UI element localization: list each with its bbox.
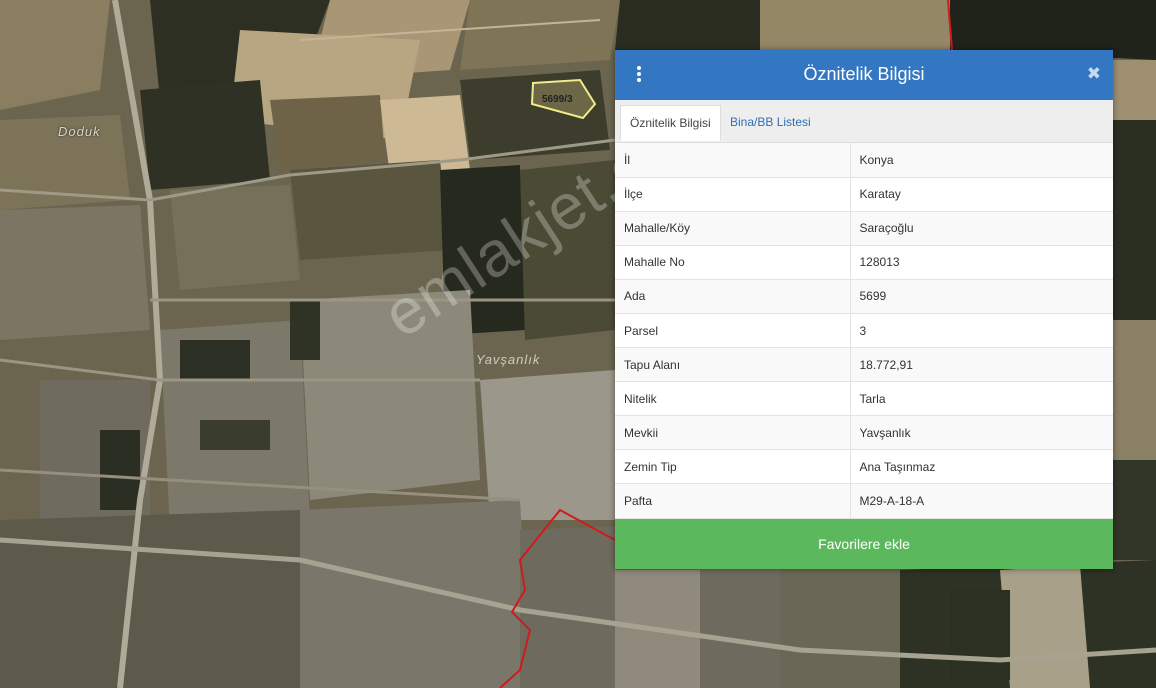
attribute-table: İl Konya İlçe Karatay Mahalle/Köy Saraçoğlu…	[615, 143, 1113, 519]
attribute-key: Tapu Alanı	[615, 347, 851, 383]
attribute-key: Zemin Tip	[615, 449, 851, 485]
panel-title: Öznitelik Bilgisi	[803, 64, 925, 84]
attribute-key: Mahalle/Köy	[615, 211, 851, 246]
attribute-info-panel: Öznitelik Bilgisi ✖ Öznitelik Bilgisi Bi…	[615, 50, 1113, 569]
parcel-label: 5699/3	[542, 94, 573, 105]
panel-header: Öznitelik Bilgisi ✖	[615, 50, 1113, 100]
attribute-value: Karatay	[850, 177, 1113, 212]
attribute-key: Mevkii	[615, 415, 851, 451]
attribute-value: Ana Taşınmaz	[850, 449, 1113, 485]
attribute-value: 5699	[850, 279, 1113, 314]
table-row: Zemin Tip Ana Taşınmaz	[615, 449, 1113, 485]
attribute-key: Ada	[615, 279, 851, 314]
attribute-value: Konya	[850, 143, 1113, 178]
tab-attribute-info[interactable]: Öznitelik Bilgisi	[620, 105, 721, 141]
table-row: İl Konya	[615, 143, 1113, 178]
map-place-label: Doduk	[58, 124, 101, 139]
table-row: Mahalle No 128013	[615, 245, 1113, 280]
attribute-value: 128013	[850, 245, 1113, 280]
attribute-value: Tarla	[850, 381, 1113, 417]
attribute-key: Pafta	[615, 483, 851, 519]
attribute-key: Parsel	[615, 313, 851, 349]
attribute-value: 3	[850, 313, 1113, 349]
attribute-value: Yavşanlık	[850, 415, 1113, 451]
close-icon[interactable]: ✖	[1087, 64, 1101, 84]
attribute-value: Saraçoğlu	[850, 211, 1113, 246]
tab-bar: Öznitelik Bilgisi Bina/BB Listesi	[615, 100, 1113, 143]
table-row: Pafta M29-A-18-A	[615, 483, 1113, 519]
attribute-key: Nitelik	[615, 381, 851, 417]
attribute-key: Mahalle No	[615, 245, 851, 280]
table-row: Tapu Alanı 18.772,91	[615, 347, 1113, 383]
table-row: Nitelik Tarla	[615, 381, 1113, 417]
table-row: İlçe Karatay	[615, 177, 1113, 212]
attribute-key: İlçe	[615, 177, 851, 212]
table-row: Mahalle/Köy Saraçoğlu	[615, 211, 1113, 246]
table-row: Parsel 3	[615, 313, 1113, 349]
add-favorite-button[interactable]: Favorilere ekle	[615, 519, 1113, 569]
attribute-key: İl	[615, 143, 851, 178]
map-place-label: Yavşanlık	[476, 352, 541, 367]
attribute-value: M29-A-18-A	[850, 483, 1113, 519]
attribute-value: 18.772,91	[850, 347, 1113, 383]
tab-building-list[interactable]: Bina/BB Listesi	[721, 105, 820, 141]
table-row: Ada 5699	[615, 279, 1113, 314]
table-row: Mevkii Yavşanlık	[615, 415, 1113, 451]
